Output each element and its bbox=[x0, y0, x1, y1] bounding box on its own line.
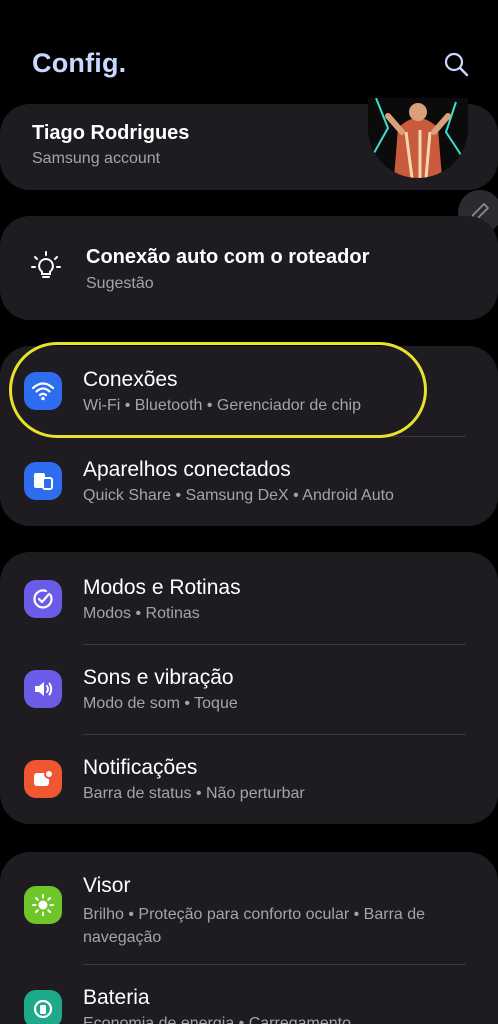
item-subtitle: Modos • Rotinas bbox=[83, 605, 200, 622]
item-title: Sons e vibração bbox=[83, 666, 234, 689]
settings-item-display[interactable]: Visor Brilho • Proteção para conforto oc… bbox=[0, 852, 498, 964]
item-title: Visor bbox=[83, 874, 131, 897]
settings-item-connected-devices[interactable]: Aparelhos conectados Quick Share • Samsu… bbox=[0, 436, 498, 526]
suggestion-subtitle: Sugestão bbox=[86, 275, 154, 292]
highlight-annotation bbox=[9, 342, 427, 438]
item-subtitle: Economia de energia • Carregamento bbox=[83, 1015, 351, 1024]
battery-icon bbox=[24, 990, 62, 1024]
item-title: Bateria bbox=[83, 986, 150, 1009]
page-title: Config. bbox=[32, 48, 127, 78]
item-title: Aparelhos conectados bbox=[83, 458, 291, 481]
item-subtitle: Barra de status • Não perturbar bbox=[83, 785, 305, 802]
profile-name: Tiago Rodrigues bbox=[32, 122, 190, 144]
item-title: Modos e Rotinas bbox=[83, 576, 241, 599]
settings-item-sounds[interactable]: Sons e vibração Modo de som • Toque bbox=[0, 644, 498, 734]
suggestion-title: Conexão auto com o roteador bbox=[86, 246, 370, 268]
search-icon[interactable] bbox=[442, 50, 470, 78]
lightbulb-icon bbox=[31, 251, 61, 278]
volume-icon bbox=[24, 670, 62, 708]
suggestion-card[interactable]: Conexão auto com o roteador Sugestão bbox=[0, 216, 498, 320]
notification-icon bbox=[24, 760, 62, 798]
item-subtitle: Brilho • Proteção para conforto ocular •… bbox=[83, 906, 426, 946]
sun-icon bbox=[24, 886, 62, 924]
item-title: Notificações bbox=[83, 756, 198, 779]
display-group: Visor Brilho • Proteção para conforto oc… bbox=[0, 852, 498, 1024]
modes-group: Modos e Rotinas Modos • Rotinas Sons e v… bbox=[0, 552, 498, 824]
settings-item-notifications[interactable]: Notificações Barra de status • Não pertu… bbox=[0, 734, 498, 824]
settings-item-modes-routines[interactable]: Modos e Rotinas Modos • Rotinas bbox=[0, 554, 498, 644]
item-subtitle: Modo de som • Toque bbox=[83, 695, 238, 712]
devices-icon bbox=[24, 462, 62, 500]
check-circle-icon bbox=[24, 580, 62, 618]
app-header: Config. bbox=[0, 0, 498, 100]
settings-item-battery[interactable]: Bateria Economia de energia • Carregamen… bbox=[0, 964, 498, 1024]
profile-account: Samsung account bbox=[32, 150, 161, 167]
item-subtitle: Quick Share • Samsung DeX • Android Auto bbox=[83, 487, 394, 504]
